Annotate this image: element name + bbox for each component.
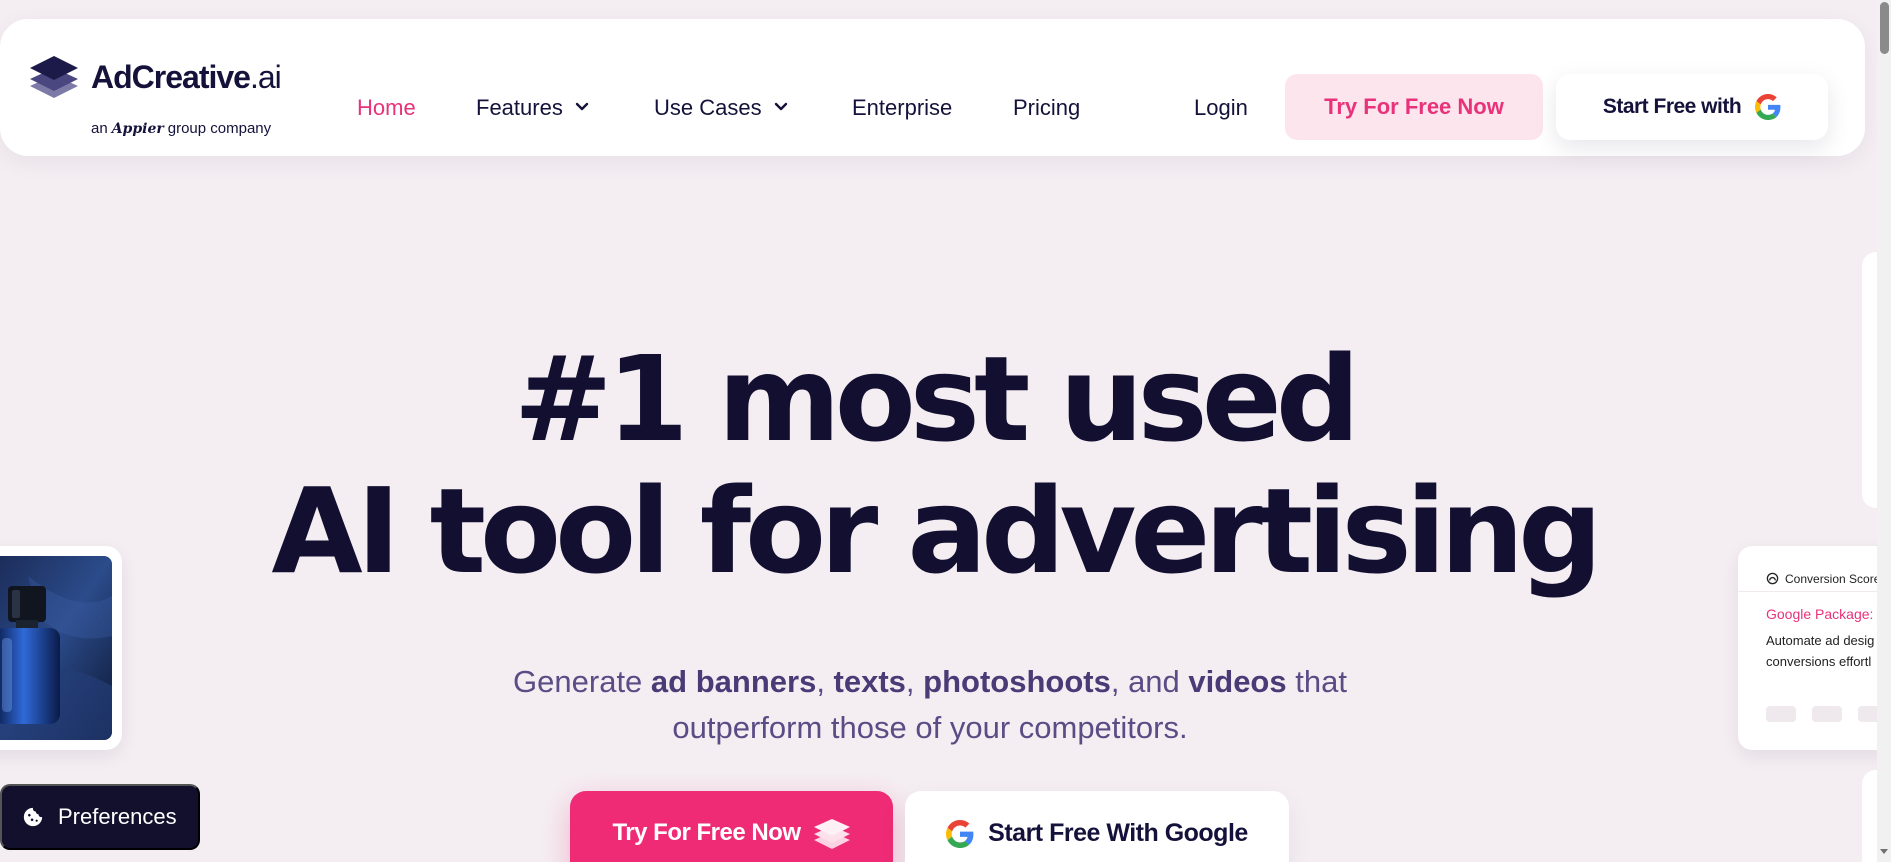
google-package-title: Google Package: bbox=[1766, 606, 1874, 622]
scroll-down-arrow-icon[interactable] bbox=[1879, 846, 1889, 856]
google-g-icon bbox=[1755, 94, 1781, 120]
hero-start-free-google-button[interactable]: Start Free With Google bbox=[905, 791, 1289, 862]
hero-title-line-2: AI tool for advertising bbox=[271, 462, 1602, 600]
hero-start-free-google-label: Start Free With Google bbox=[988, 819, 1248, 847]
nav-use-cases-label: Use Cases bbox=[654, 95, 762, 120]
conversion-score-label: Conversion Score bbox=[1785, 571, 1881, 586]
preferences-label: Preferences bbox=[58, 804, 177, 829]
chip-placeholder bbox=[1812, 706, 1842, 722]
nav-use-cases[interactable]: Use Cases bbox=[654, 95, 788, 121]
page-scrollbar[interactable] bbox=[1877, 0, 1891, 862]
top-navbar: AdCreative.ai an Appier group company Home… bbox=[0, 19, 1865, 156]
google-g-icon bbox=[946, 820, 974, 848]
layers-stack-icon bbox=[813, 819, 850, 849]
chevron-down-icon bbox=[774, 102, 787, 111]
nav-home[interactable]: Home bbox=[357, 95, 416, 121]
google-package-text: Automate ad desig conversions effortl bbox=[1766, 633, 1875, 669]
cookie-preferences-button[interactable]: Preferences bbox=[0, 784, 200, 850]
hero-try-free-label: Try For Free Now bbox=[612, 819, 801, 846]
nav-features-label: Features bbox=[476, 95, 563, 120]
hero-title-line-1: #1 most used bbox=[513, 330, 1361, 468]
chevron-down-icon bbox=[575, 102, 589, 111]
nav-pricing[interactable]: Pricing bbox=[1013, 95, 1080, 121]
nav-features[interactable]: Features bbox=[476, 95, 589, 121]
hero-try-free-button[interactable]: Try For Free Now bbox=[570, 791, 893, 862]
start-free-google-button[interactable]: Start Free with bbox=[1556, 74, 1828, 140]
perfume-bottle-image bbox=[0, 556, 112, 740]
try-free-button[interactable]: Try For Free Now bbox=[1285, 74, 1543, 140]
conversion-score-card: Conversion Score Google Package: Automat… bbox=[1738, 546, 1891, 750]
product-image-card bbox=[0, 546, 122, 750]
chip-placeholder bbox=[1766, 706, 1796, 722]
stacked-layers-icon bbox=[30, 56, 78, 98]
conversion-score-header: Conversion Score bbox=[1738, 566, 1891, 592]
cookie-icon bbox=[23, 807, 43, 827]
login-link[interactable]: Login bbox=[1194, 95, 1248, 121]
gauge-icon bbox=[1766, 572, 1779, 585]
start-free-google-label: Start Free with bbox=[1602, 95, 1742, 118]
brand-wordmark: AdCreative.ai bbox=[91, 59, 282, 95]
hero-subtitle: Generate ad banners, texts, photoshoots,… bbox=[513, 664, 1347, 745]
nav-enterprise[interactable]: Enterprise bbox=[852, 95, 952, 121]
brand-logo[interactable]: AdCreative.ai an Appier group company bbox=[29, 55, 282, 141]
scrollbar-thumb[interactable] bbox=[1880, 2, 1889, 54]
brand-tagline: an Appier group company bbox=[91, 120, 272, 137]
